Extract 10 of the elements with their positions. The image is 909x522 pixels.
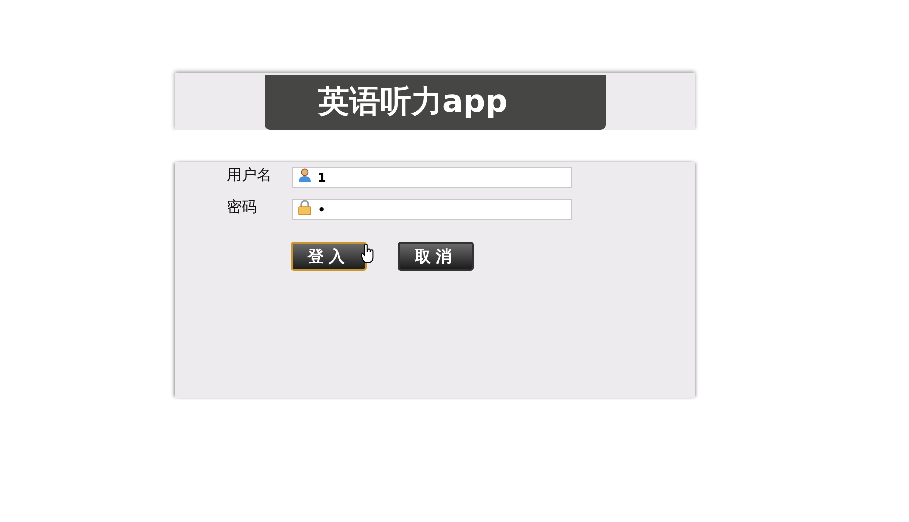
cancel-button[interactable]: 取消	[398, 242, 474, 271]
user-icon	[298, 168, 312, 182]
field-label: 用户名	[226, 164, 273, 186]
username-field[interactable]: 1	[292, 167, 572, 188]
field-label: 密码	[226, 196, 258, 218]
password-field[interactable]: •	[292, 199, 572, 220]
login-button[interactable]: 登入	[291, 242, 367, 271]
hand-cursor-icon	[361, 244, 375, 264]
lock-icon	[298, 200, 312, 214]
app-title: 英语听力app	[264, 75, 606, 130]
